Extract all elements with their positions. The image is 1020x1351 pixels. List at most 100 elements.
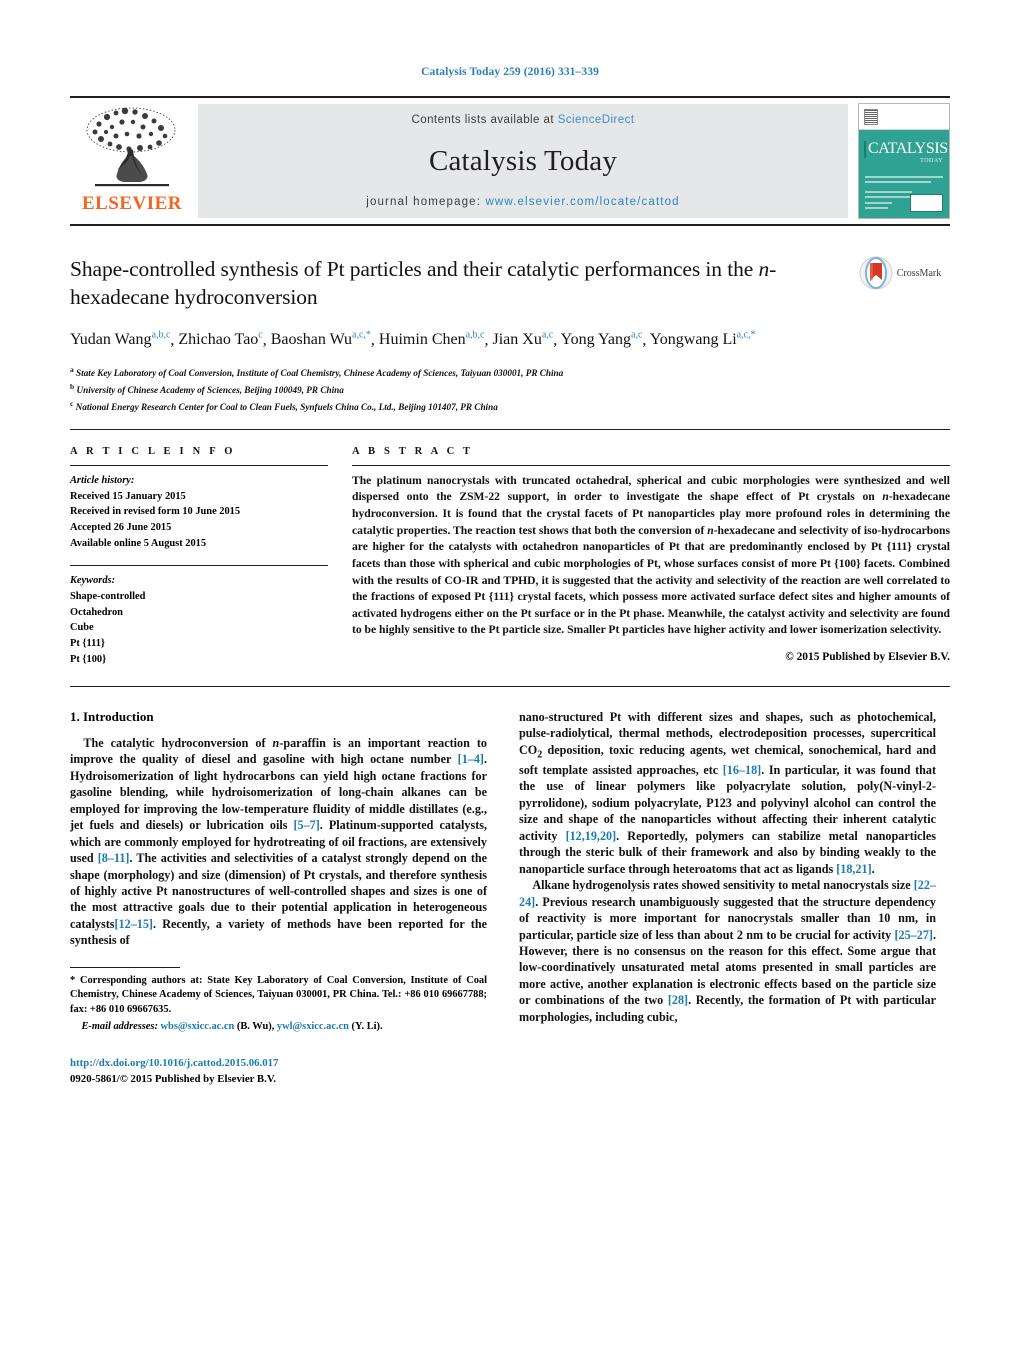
author-name: Baoshan Wu bbox=[270, 331, 353, 349]
author-entry: Huimin Chena,b,c bbox=[378, 329, 485, 349]
author-affil-marker: a,b,c bbox=[465, 329, 485, 341]
abstract-text: The platinum nanocrystals with truncated… bbox=[352, 473, 950, 637]
elsevier-tree-icon bbox=[86, 107, 176, 187]
history-item: Received in revised form 10 June 2015 bbox=[70, 506, 241, 518]
contents-available-line: Contents lists available at ScienceDirec… bbox=[411, 114, 634, 126]
author-entry: Yudan Wanga,b,c bbox=[70, 329, 171, 349]
keywords-label: Keywords: bbox=[70, 574, 116, 586]
journal-homepage-line: journal homepage: www.elsevier.com/locat… bbox=[366, 196, 679, 208]
article-info-heading: A R T I C L E I N F O bbox=[70, 445, 236, 457]
author-affil-marker: a,c bbox=[631, 329, 643, 341]
divider-above-abstract bbox=[70, 428, 950, 430]
body-paragraph: nano-structured Pt with different sizes … bbox=[519, 709, 936, 876]
corresponding-author-text: * Corresponding authors at: State Key La… bbox=[70, 974, 487, 1015]
info-abstract-region: A R T I C L E I N F O Article history: R… bbox=[70, 446, 950, 668]
author-affil-marker: a,c bbox=[541, 329, 554, 341]
doi-block: http://dx.doi.org/10.1016/j.cattod.2015.… bbox=[70, 1056, 487, 1087]
body-paragraph: The catalytic hydroconversion of n-paraf… bbox=[70, 735, 488, 948]
cover-top-band bbox=[859, 104, 949, 130]
keyword-item: Cube bbox=[70, 622, 94, 634]
author-entry: Yong Yanga,c bbox=[560, 329, 643, 349]
cover-elsevier-mark-icon bbox=[864, 108, 878, 125]
affiliation-item: c National Energy Research Center for Co… bbox=[70, 398, 950, 415]
abstract-rule bbox=[352, 464, 950, 466]
history-item: Received 15 January 2015 bbox=[70, 490, 186, 502]
journal-masthead: ELSEVIER Contents lists available at Sci… bbox=[70, 96, 950, 226]
history-item: Accepted 26 June 2015 bbox=[70, 522, 172, 534]
email-owner-wu: (B. Wu), bbox=[236, 1020, 275, 1032]
keywords-rule bbox=[70, 564, 328, 566]
author-affil-marker: c bbox=[258, 329, 263, 341]
affiliation-text: University of Chinese Academy of Science… bbox=[76, 384, 344, 395]
page-title: Shape-controlled synthesis of Pt particl… bbox=[70, 257, 777, 309]
author-name: Huimin Chen bbox=[378, 331, 466, 349]
history-item: Available online 5 August 2015 bbox=[70, 538, 207, 550]
contents-prefix: Contents lists available at bbox=[411, 114, 555, 126]
abstract-column: A B S T R A C T The platinum nanocrystal… bbox=[352, 446, 950, 668]
article-info-column: A R T I C L E I N F O Article history: R… bbox=[70, 446, 328, 668]
author-entry: Baoshan Wua,c,* bbox=[270, 329, 371, 349]
crossmark-label: CrossMark bbox=[896, 267, 942, 279]
body-column-right: nano-structured Pt with different sizes … bbox=[519, 709, 936, 1088]
abstract-copyright: © 2015 Published by Elsevier B.V. bbox=[785, 651, 950, 664]
masthead-center: Contents lists available at ScienceDirec… bbox=[198, 104, 848, 218]
author-entry: Jian Xua,c bbox=[492, 329, 554, 349]
title-block: CrossMark Shape-controlled synthesis of … bbox=[70, 256, 950, 415]
keyword-list: Keywords: Shape-controlled Octahedron Cu… bbox=[70, 573, 328, 668]
homepage-prefix: journal homepage: bbox=[366, 196, 482, 208]
author-name: Yong Yang bbox=[560, 331, 632, 349]
article-history: Article history: Received 15 January 201… bbox=[70, 473, 328, 552]
affiliation-text: State Key Laboratory of Coal Conversion,… bbox=[76, 367, 564, 378]
author-entry: Yongwang Lia,c,* bbox=[649, 329, 756, 349]
issn-copyright-line: 0920-5861/© 2015 Published by Elsevier B… bbox=[70, 1072, 276, 1085]
body-paragraph: Alkane hydrogenolysis rates showed sensi… bbox=[519, 878, 936, 1024]
author-affil-marker: a,b,c bbox=[151, 329, 171, 341]
article-info-rule bbox=[70, 464, 328, 466]
cover-title-text: CATALYSIS bbox=[868, 140, 948, 157]
email-line: E-mail addresses: wbs@sxicc.ac.cn (B. Wu… bbox=[70, 1020, 487, 1035]
crossmark-icon bbox=[859, 256, 893, 290]
author-name: Yudan Wang bbox=[70, 331, 152, 349]
keyword-item: Pt {100} bbox=[70, 653, 107, 665]
affiliation-list: a State Key Laboratory of Coal Conversio… bbox=[70, 364, 950, 415]
affiliation-marker: a bbox=[70, 364, 74, 374]
elsevier-wordmark: ELSEVIER bbox=[81, 193, 183, 214]
author-affil-marker: a,c,* bbox=[736, 329, 756, 341]
cover-title: CATALYSIS bbox=[864, 140, 948, 158]
keyword-item: Pt {111} bbox=[70, 638, 106, 650]
corresponding-author-footnote: * Corresponding authors at: State Key La… bbox=[70, 974, 487, 1034]
journal-cover-thumbnail: CATALYSIS TODAY bbox=[858, 103, 950, 219]
author-entry: Zhichao Taoc bbox=[178, 329, 263, 349]
affiliation-text: National Energy Research Center for Coal… bbox=[75, 401, 498, 412]
author-name: Zhichao Tao bbox=[178, 331, 259, 349]
email-link-li[interactable]: ywl@sxicc.ac.cn bbox=[277, 1021, 349, 1032]
email-label: E-mail addresses: bbox=[81, 1020, 158, 1032]
author-name: Yongwang Li bbox=[649, 331, 737, 349]
cover-subtitle: TODAY bbox=[920, 158, 943, 164]
body-column-left: 1. Introduction The catalytic hydroconve… bbox=[70, 709, 487, 1088]
abstract-heading: A B S T R A C T bbox=[352, 445, 474, 457]
paper-page: Catalysis Today 259 (2016) 331–339 ELSEV… bbox=[0, 0, 1020, 1351]
keyword-item: Shape-controlled bbox=[70, 590, 146, 602]
author-affil-marker: a,c,* bbox=[352, 329, 371, 341]
cover-badge-icon bbox=[864, 140, 866, 158]
email-link-wu[interactable]: wbs@sxicc.ac.cn bbox=[161, 1021, 235, 1032]
footnote-divider bbox=[70, 966, 180, 968]
keyword-item: Octahedron bbox=[70, 606, 123, 618]
cover-sciencedirect-box bbox=[909, 194, 943, 212]
sciencedirect-link[interactable]: ScienceDirect bbox=[558, 114, 635, 126]
running-head: Catalysis Today 259 (2016) 331–339 bbox=[421, 66, 599, 78]
email-owner-li: (Y. Li). bbox=[351, 1020, 383, 1032]
journal-title: Catalysis Today bbox=[428, 144, 618, 177]
crossmark-badge[interactable]: CrossMark bbox=[850, 256, 950, 290]
affiliation-item: a State Key Laboratory of Coal Conversio… bbox=[70, 364, 950, 381]
affiliation-marker: b bbox=[70, 381, 75, 391]
article-history-label: Article history: bbox=[70, 474, 135, 486]
author-name: Jian Xu bbox=[492, 331, 542, 349]
cover-footer-left bbox=[865, 202, 892, 212]
affiliation-item: b University of Chinese Academy of Scien… bbox=[70, 381, 950, 398]
cover-footer bbox=[865, 194, 943, 212]
journal-homepage-link[interactable]: www.elsevier.com/locate/cattod bbox=[485, 196, 679, 208]
author-list: Yudan Wanga,b,c, Zhichao Taoc, Baoshan W… bbox=[70, 329, 756, 349]
doi-link[interactable]: http://dx.doi.org/10.1016/j.cattod.2015.… bbox=[70, 1056, 487, 1072]
